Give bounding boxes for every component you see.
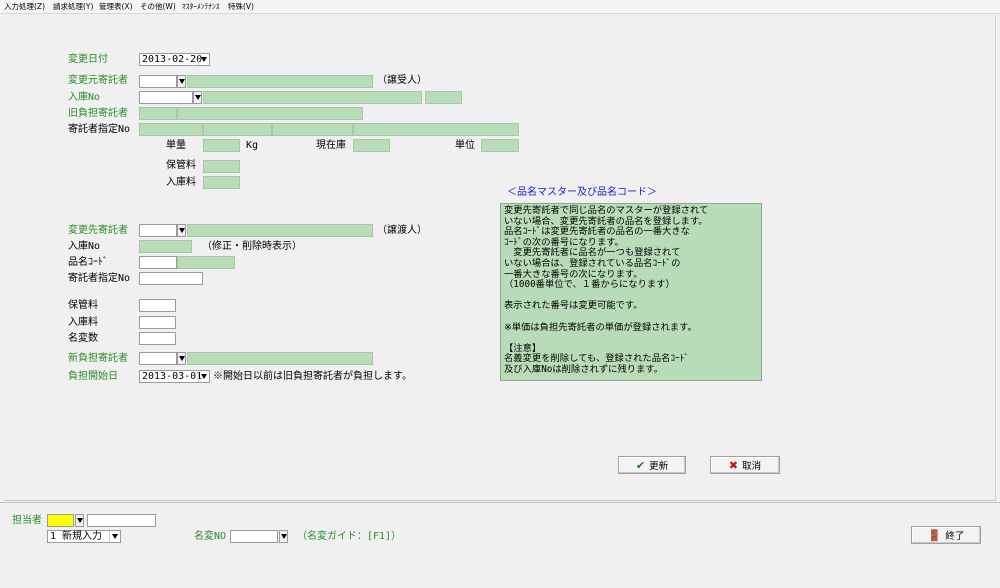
old-payer-label: 旧負担寄託者 — [68, 108, 128, 119]
name-change-count-label: 名変数 — [68, 333, 98, 344]
old-payer-code-field — [139, 107, 177, 120]
info-panel: 変更先寄託者で同じ品名のマスターが登録されて いない場合、変更先寄託者の品名を登… — [500, 203, 762, 381]
receipt-fee-field — [203, 176, 240, 189]
dest-receipt-fee-label: 入庫料 — [68, 317, 98, 328]
storage-fee-field — [203, 160, 240, 173]
designated-no-field-4 — [353, 123, 519, 136]
dest-consignor-name-field — [187, 224, 373, 237]
start-date-note: ※開始日以前は旧負担寄託者が負担します。 — [213, 371, 412, 382]
chevron-down-icon[interactable] — [193, 91, 202, 104]
dest-receipt-no-field — [139, 240, 192, 253]
dest-receipt-no-label: 入庫No — [68, 241, 101, 252]
designated-no-field-2 — [203, 123, 272, 136]
storage-fee-label: 保管料 — [166, 160, 196, 171]
update-button-label: 更新 — [649, 461, 669, 472]
product-name-field — [177, 256, 235, 269]
new-payer-name-field — [187, 352, 373, 365]
dest-storage-fee-input[interactable] — [139, 299, 176, 312]
unit-label: 単位 — [455, 140, 475, 151]
mode-select[interactable]: 1 新規入力 — [47, 530, 121, 543]
menu-input-processing[interactable]: 入力処理(Z) — [4, 0, 45, 14]
change-date-picker[interactable]: 2013-02-20 — [139, 53, 210, 66]
receipt-fee-label: 入庫料 — [166, 177, 196, 188]
designated-no-field-1 — [139, 123, 203, 136]
dest-designated-no-input[interactable] — [139, 272, 203, 285]
update-button[interactable]: ✔ 更新 — [618, 456, 686, 474]
mode-select-value: 1 新規入力 — [50, 531, 103, 542]
new-payer-code-input[interactable] — [139, 352, 177, 365]
receipt-no-input[interactable] — [139, 91, 193, 104]
receipt-no-detail-field — [203, 91, 422, 104]
source-consignor-name-field — [187, 75, 373, 88]
source-consignor-code-input[interactable] — [139, 75, 177, 88]
stock-field — [353, 139, 390, 152]
chevron-down-icon[interactable] — [279, 530, 288, 543]
cancel-button[interactable]: ✖ 取消 — [710, 456, 780, 474]
source-consignor-label: 変更元寄託者 — [68, 75, 128, 86]
chevron-down-icon[interactable] — [177, 75, 186, 88]
chevron-down-icon[interactable] — [198, 54, 209, 65]
name-change-no-input[interactable] — [230, 530, 278, 543]
chevron-down-icon[interactable] — [198, 371, 209, 382]
unit-field — [481, 139, 519, 152]
chevron-down-icon[interactable] — [177, 352, 186, 365]
name-change-count-input[interactable] — [139, 332, 176, 345]
stock-label: 現在庫 — [316, 140, 346, 151]
menu-special[interactable]: 特殊(V) — [228, 0, 254, 14]
exit-button-label: 終了 — [945, 531, 965, 542]
menu-master-maintenance[interactable]: ﾏｽﾀｰﾒﾝﾃﾅﾝｽ — [182, 0, 220, 14]
menu-other[interactable]: その他(W) — [140, 0, 176, 14]
menu-management-table[interactable]: 管理表(X) — [99, 0, 133, 14]
designated-no-label: 寄託者指定No — [68, 124, 131, 135]
receipt-no-extra-field — [425, 91, 462, 104]
staff-code-input[interactable] — [47, 514, 74, 527]
info-title: ＜品名マスター及び品名コード＞ — [507, 187, 657, 198]
product-code-label: 品名ｺｰﾄﾞ — [68, 257, 108, 268]
footer-separator — [0, 502, 1000, 503]
door-exit-icon: 🚪 — [927, 528, 942, 542]
start-date-picker[interactable]: 2013-03-01 — [139, 370, 210, 383]
staff-name-field — [87, 514, 156, 527]
dest-storage-fee-label: 保管料 — [68, 300, 98, 311]
new-payer-label: 新負担寄託者 — [68, 353, 128, 364]
name-change-no-label: 名変NO — [194, 531, 227, 542]
unit-weight-field — [203, 139, 240, 152]
guide-text: （名変ガイド：[F1]） — [297, 531, 402, 542]
dest-consignor-suffix: （譲渡人） — [377, 225, 427, 236]
cancel-button-label: 取消 — [742, 461, 762, 472]
receipt-no-label: 入庫No — [68, 92, 101, 103]
close-icon: ✖ — [728, 458, 739, 472]
old-payer-name-field — [177, 107, 363, 120]
checkmark-icon: ✔ — [635, 458, 646, 472]
designated-no-field-3 — [272, 123, 353, 136]
chevron-down-icon[interactable] — [177, 224, 186, 237]
dest-receipt-fee-input[interactable] — [139, 316, 176, 329]
exit-button[interactable]: 🚪 終了 — [911, 526, 981, 544]
menu-bar: 入力処理(Z) 請求処理(Y) 管理表(X) その他(W) ﾏｽﾀｰﾒﾝﾃﾅﾝｽ… — [0, 0, 1000, 14]
unit-weight-label: 単量 — [166, 140, 186, 151]
kg-unit-label: Kg — [246, 140, 259, 151]
start-date-label: 負担開始日 — [68, 371, 118, 382]
dest-consignor-label: 変更先寄託者 — [68, 225, 128, 236]
dest-consignor-code-input[interactable] — [139, 224, 177, 237]
dest-receipt-note: （修正・削除時表示） — [202, 241, 302, 252]
menu-billing[interactable]: 請求処理(Y) — [53, 0, 93, 14]
chevron-down-icon[interactable] — [109, 531, 120, 542]
source-consignor-suffix: （譲受人） — [377, 75, 427, 86]
change-date-label: 変更日付 — [68, 54, 108, 65]
change-date-value: 2013-02-20 — [142, 54, 203, 65]
start-date-value: 2013-03-01 — [142, 371, 203, 382]
product-code-input[interactable] — [139, 256, 177, 269]
staff-label: 担当者 — [12, 515, 42, 526]
chevron-down-icon[interactable] — [75, 514, 84, 527]
dest-designated-no-label: 寄託者指定No — [68, 273, 131, 284]
